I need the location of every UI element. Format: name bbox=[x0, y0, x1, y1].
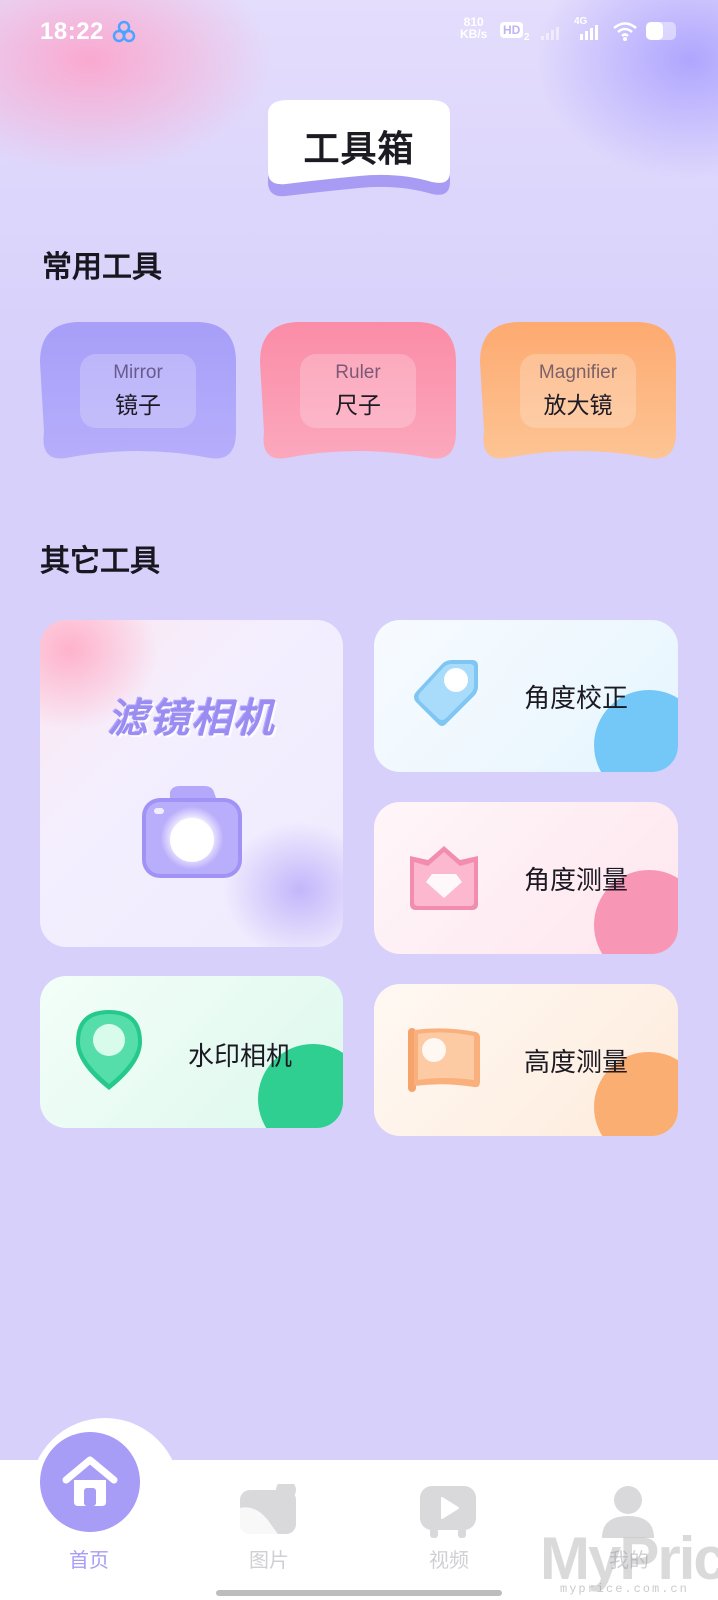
signal-icon-sim1 bbox=[541, 27, 559, 40]
ruler-label-zh: 尺子 bbox=[335, 393, 381, 419]
home-icon bbox=[62, 1456, 118, 1506]
nav-label-video[interactable]: 视频 bbox=[404, 1544, 494, 1573]
magnifier-label-zh: 放大镜 bbox=[543, 393, 613, 419]
tool-card-filter-camera[interactable]: 滤镜相机 bbox=[40, 620, 343, 947]
net-speed-unit: KB/s bbox=[460, 27, 488, 41]
hd-sub: 2 bbox=[524, 32, 530, 43]
tool-card-ruler[interactable]: Ruler 尺子 bbox=[260, 322, 456, 464]
page-title: 工具箱 bbox=[303, 129, 415, 170]
magnifier-label-box: Magnifier 放大镜 bbox=[520, 354, 636, 428]
home-indicator[interactable] bbox=[216, 1590, 502, 1596]
app-notification-icon bbox=[112, 20, 136, 43]
mirror-label-box: Mirror 镜子 bbox=[80, 354, 196, 428]
height-measure-label: 高度测量 bbox=[524, 1048, 629, 1078]
ruler-label-en: Ruler bbox=[335, 362, 381, 383]
magnifier-label-en: Magnifier bbox=[538, 362, 618, 383]
tool-card-mirror[interactable]: Mirror 镜子 bbox=[40, 322, 236, 464]
common-tools-heading-text: 常用工具 bbox=[42, 250, 162, 285]
other-tools-heading: 其它工具 bbox=[40, 536, 166, 580]
tool-card-angle-correct[interactable]: 角度校正 bbox=[374, 620, 678, 772]
common-tools-heading: 常用工具 bbox=[42, 242, 168, 286]
watermark-camera-label: 水印相机 bbox=[188, 1042, 293, 1072]
ruler-label-box: Ruler 尺子 bbox=[300, 354, 416, 428]
location-pin-icon bbox=[76, 1010, 142, 1090]
camera-icon bbox=[142, 786, 242, 878]
mirror-label-zh: 镜子 bbox=[115, 393, 161, 419]
filter-camera-label: 滤镜相机 bbox=[107, 696, 276, 742]
angle-correct-label: 角度校正 bbox=[524, 684, 629, 714]
status-bar: 18:22 810 KB/s HD 2 4G bbox=[0, 0, 718, 64]
status-time: 18:22 bbox=[40, 18, 104, 45]
nav-home-button[interactable] bbox=[40, 1432, 140, 1532]
net-speed: 810 KB/s bbox=[460, 16, 487, 40]
nav-label-image[interactable]: 图片 bbox=[224, 1544, 314, 1573]
nav-label-home[interactable]: 首页 bbox=[44, 1544, 134, 1573]
battery-icon bbox=[646, 22, 676, 40]
diamond-icon bbox=[410, 846, 478, 910]
flag-icon bbox=[408, 1028, 480, 1092]
other-tools-heading-text: 其它工具 bbox=[40, 544, 160, 579]
page-title-banner: 工具箱 bbox=[248, 100, 470, 200]
image-icon[interactable] bbox=[238, 1484, 298, 1536]
tool-card-angle-measure[interactable]: 角度测量 bbox=[374, 802, 678, 954]
angle-measure-label: 角度测量 bbox=[524, 866, 629, 896]
mirror-label-en: Mirror bbox=[113, 362, 163, 383]
signal-icon-sim2 bbox=[580, 25, 598, 40]
video-icon[interactable] bbox=[418, 1484, 478, 1540]
watermark-url: myprice.com.cn bbox=[560, 1582, 689, 1596]
tool-card-watermark-camera[interactable]: 水印相机 bbox=[40, 976, 343, 1128]
tag-icon bbox=[414, 660, 478, 726]
wifi-icon bbox=[613, 22, 637, 41]
tool-card-height-measure[interactable]: 高度测量 bbox=[374, 984, 678, 1136]
hd-badge: HD bbox=[500, 22, 524, 38]
tool-card-magnifier[interactable]: Magnifier 放大镜 bbox=[480, 322, 676, 464]
